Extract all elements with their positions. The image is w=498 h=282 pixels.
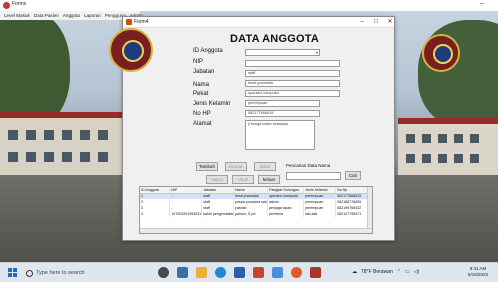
- parent-title: Forms: [12, 1, 27, 7]
- jenis-kelamin-label: Jenis Kelamin: [193, 101, 231, 107]
- windows-start-icon[interactable]: [8, 268, 17, 277]
- maximize-button[interactable]: □: [369, 17, 383, 28]
- batal-button[interactable]: Batal: [254, 162, 276, 171]
- edit-button[interactable]: Ubah: [232, 175, 254, 184]
- taskbar-search-placeholder: Type here to search: [36, 270, 85, 276]
- taskbar-clock[interactable]: 9:41 AM 6/16/2023: [468, 266, 488, 278]
- parent-menu-bar: Level Masuk Data Pasien Anggota Laporan …: [0, 11, 143, 20]
- wallpaper-building-left: [0, 112, 122, 182]
- tambah-button[interactable]: Tambah: [196, 162, 218, 171]
- table-cell: parsun, S.pd: [233, 211, 269, 217]
- form-title-bar: Form4 – □ ✕: [123, 17, 394, 28]
- edge-browser-icon[interactable]: [215, 267, 226, 278]
- store-icon[interactable]: [234, 267, 245, 278]
- weather-text[interactable]: 78°F Berawan: [361, 269, 393, 275]
- chevron-down-icon: ▾: [315, 50, 318, 55]
- parent-minimize-button[interactable]: –: [480, 0, 484, 7]
- nama-input[interactable]: hesti pramadia: [245, 80, 340, 87]
- taskbar-apps: [158, 267, 321, 278]
- form-logo-icon: [109, 28, 153, 72]
- chrome-icon[interactable]: [291, 267, 302, 278]
- task-view-icon[interactable]: [158, 267, 169, 278]
- id-anggota-select[interactable]: ▾: [245, 49, 320, 56]
- minimize-button[interactable]: –: [355, 17, 369, 28]
- chevron-up-icon[interactable]: ⌃: [397, 269, 401, 275]
- battery-icon[interactable]: ▭: [405, 269, 410, 275]
- institution-logo-icon: [422, 34, 460, 72]
- form-title: Form4: [134, 19, 149, 25]
- file-explorer-icon[interactable]: [196, 267, 207, 278]
- close-button[interactable]: ✕: [383, 17, 397, 28]
- nip-label: NIP: [193, 59, 204, 65]
- running-app-icon[interactable]: [310, 267, 321, 278]
- clock-date: 6/16/2023: [468, 272, 489, 277]
- anggota-table[interactable]: ID Anggota NIP Jabatan Nama Pangkat Golo…: [139, 186, 373, 234]
- weather-icon: ☁: [352, 269, 357, 275]
- form-window: Form4 – □ ✕ DATA ANGGOTA ID Anggota NIP …: [109, 16, 395, 241]
- no-hp-label: No HP: [193, 111, 211, 117]
- menu-item-level-masuk[interactable]: Level Masuk: [4, 13, 30, 18]
- alamat-textarea[interactable]: jl.bunga indah sedalaya: [245, 120, 315, 150]
- speaker-icon[interactable]: ◁): [414, 269, 420, 275]
- table-cell: laki-laki: [303, 211, 337, 217]
- search-label: Pencarian Data Nama: [286, 163, 331, 168]
- pekat-label: Pekat: [193, 91, 209, 97]
- table-cell: 082127795471: [335, 211, 368, 217]
- word-icon[interactable]: [272, 267, 283, 278]
- table-cell: kabid pengendalian: [201, 211, 235, 217]
- taskbar: Type here to search ☁ 78°F Berawan ⌃ ▭ ◁…: [0, 262, 498, 282]
- taskbar-search[interactable]: Type here to search: [26, 266, 136, 280]
- menu-item-laporan[interactable]: Laporan: [84, 13, 101, 18]
- page-title: DATA ANGGOTA: [230, 33, 319, 45]
- table-cell: operator komputer: [267, 193, 305, 199]
- table-cell: 4: [140, 211, 171, 217]
- jabatan-label: Jabatan: [193, 69, 215, 75]
- table-cell: 197003201993031: [169, 211, 203, 217]
- jabatan-input[interactable]: staff: [245, 70, 340, 77]
- parent-title-bar: Forms –: [0, 0, 498, 11]
- id-anggota-label: ID Anggota: [193, 48, 223, 54]
- search-input[interactable]: [286, 172, 341, 180]
- jenis-kelamin-input[interactable]: perempuan: [245, 100, 320, 107]
- table-vertical-scrollbar[interactable]: [367, 187, 372, 233]
- office-icon[interactable]: [253, 267, 264, 278]
- menu-item-data-pasien[interactable]: Data Pasien: [34, 13, 59, 18]
- simpan-button[interactable]: Simpan: [225, 162, 247, 171]
- table-horizontal-scrollbar[interactable]: [140, 228, 372, 233]
- pekat-input[interactable]: operator komputer: [245, 90, 340, 97]
- form-icon: [126, 19, 132, 25]
- app-icon: [3, 2, 10, 9]
- wallpaper-building-right: [398, 118, 498, 178]
- cari-button[interactable]: Cari: [345, 171, 361, 180]
- no-hp-input[interactable]: 082177666519: [245, 110, 320, 117]
- keluar-button[interactable]: keluar: [258, 175, 280, 184]
- nip-input[interactable]: [245, 60, 340, 67]
- menu-item-anggota[interactable]: Anggota: [63, 13, 80, 18]
- nama-label: Nama: [193, 82, 210, 88]
- table-row[interactable]: 4 197003201993031 kabid pengendalian par…: [140, 211, 368, 217]
- system-tray: ☁ 78°F Berawan ⌃ ▭ ◁): [352, 269, 419, 275]
- hapus-button[interactable]: Hapus: [206, 175, 228, 184]
- table-cell: pembina: [267, 211, 305, 217]
- widgets-icon[interactable]: [177, 267, 188, 278]
- search-icon: [26, 269, 33, 277]
- alamat-label: Alamat: [193, 121, 212, 127]
